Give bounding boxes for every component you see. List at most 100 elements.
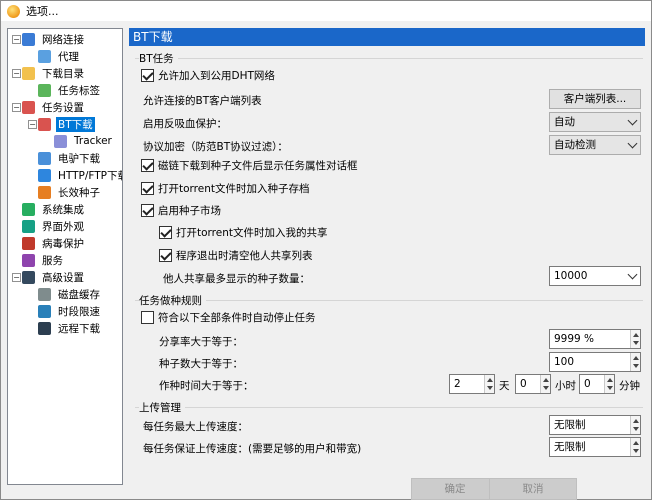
spin-up-icon: [543, 378, 549, 382]
tree-item[interactable]: 磁盘缓存: [38, 286, 102, 302]
window-title: 选项...: [26, 5, 59, 18]
chevron-down-icon: [627, 138, 638, 149]
magnet-checkbox[interactable]: [141, 159, 154, 172]
ok-button[interactable]: 确定: [411, 478, 499, 500]
dht-checkbox[interactable]: [141, 69, 154, 82]
proxy-icon: [38, 49, 51, 63]
spin-buttons[interactable]: [484, 375, 494, 393]
tree-item[interactable]: 代理: [38, 48, 81, 64]
tree-item[interactable]: 下载目录: [22, 65, 86, 81]
tree-item[interactable]: 远程下载: [38, 320, 102, 336]
tree-item[interactable]: 电驴下载: [38, 150, 102, 166]
tree-item[interactable]: 服务: [22, 252, 65, 268]
collapse-icon[interactable]: −: [12, 35, 21, 44]
encryption-select[interactable]: 自动检测: [549, 135, 641, 155]
share-checkbox[interactable]: [159, 226, 172, 239]
tree-item-label: 界面外观: [42, 220, 84, 233]
tree-item-label: 远程下载: [58, 322, 100, 335]
hours-stepper[interactable]: 0: [515, 374, 551, 394]
max-upload-stepper[interactable]: 无限制: [549, 415, 641, 435]
spin-up-icon: [633, 419, 639, 423]
time-row: 作种时间大于等于：: [159, 378, 254, 393]
spin-buttons[interactable]: [630, 416, 640, 434]
clients-label: 允许连接的BT客户端列表: [143, 95, 262, 107]
spin-down-icon: [633, 364, 639, 368]
task-settings-icon: [22, 100, 35, 114]
group-divider: [135, 58, 643, 59]
tree-item-label: 电驴下载: [58, 152, 100, 165]
guaranteed-upload-stepper[interactable]: 无限制: [549, 437, 641, 457]
tree-item[interactable]: 系统集成: [22, 201, 86, 217]
spin-buttons[interactable]: [540, 375, 550, 393]
tree-item[interactable]: 任务标签: [38, 82, 102, 98]
tree-item[interactable]: HTTP/FTP下载: [38, 167, 123, 183]
tree-item[interactable]: 界面外观: [22, 218, 86, 234]
open-torrent-option[interactable]: 打开torrent文件时加入种子存档: [141, 181, 310, 196]
ratio-row: 分享率大于等于：: [159, 334, 243, 349]
tree-item[interactable]: BT下载: [38, 116, 95, 132]
dht-option[interactable]: 允许加入到公用DHT网络: [141, 68, 275, 83]
client-list-button[interactable]: 客户端列表...: [549, 89, 641, 109]
share-option[interactable]: 打开torrent文件时加入我的共享: [159, 225, 328, 240]
clear-share-label: 程序退出时清空他人共享列表: [176, 250, 313, 262]
emule-icon: [38, 151, 51, 165]
collapse-icon[interactable]: −: [12, 273, 21, 282]
folder-icon: [22, 66, 35, 80]
spin-buttons[interactable]: [630, 330, 640, 348]
anti-leech-label: 启用反吸血保护：: [143, 118, 227, 130]
spin-buttons[interactable]: [630, 353, 640, 371]
anti-leech-value: 自动: [554, 116, 575, 128]
minutes-unit: 分钟: [619, 380, 640, 392]
anti-leech-select[interactable]: 自动: [549, 112, 641, 132]
tree-item[interactable]: 时段限速: [38, 303, 102, 319]
share-label: 打开torrent文件时加入我的共享: [176, 227, 328, 239]
ratio-stepper[interactable]: 9999 %: [549, 329, 641, 349]
spin-up-icon: [633, 441, 639, 445]
auto-stop-checkbox[interactable]: [141, 311, 154, 324]
tree-item-label: HTTP/FTP下载: [58, 169, 123, 182]
tree-item[interactable]: 任务设置: [22, 99, 86, 115]
cancel-button[interactable]: 取消: [489, 478, 577, 500]
tree-item[interactable]: 高级设置: [22, 269, 86, 285]
tree-item-label: 磁盘缓存: [58, 288, 100, 301]
minutes-value: 0: [584, 378, 591, 390]
seed-market-option[interactable]: 启用种子市场: [141, 203, 221, 218]
tree-item-label: 任务标签: [58, 84, 100, 97]
title-bar: 选项...: [1, 1, 651, 21]
anti-leech-row: 启用反吸血保护：: [143, 116, 227, 131]
spin-down-icon: [633, 449, 639, 453]
tree-item[interactable]: 网络连接: [22, 31, 86, 47]
collapse-icon[interactable]: −: [12, 69, 21, 78]
close-button[interactable]: [621, 1, 651, 21]
collapse-icon[interactable]: −: [12, 103, 21, 112]
open-torrent-checkbox[interactable]: [141, 182, 154, 195]
tree-item[interactable]: Tracker: [54, 133, 114, 149]
clear-share-option[interactable]: 程序退出时清空他人共享列表: [159, 248, 313, 263]
days-stepper[interactable]: 2: [449, 374, 495, 394]
days-value: 2: [454, 378, 461, 390]
system-integration-icon: [22, 202, 35, 216]
tree-item[interactable]: 病毒保护: [22, 235, 86, 251]
max-upload-row: 每任务最大上传速度：: [143, 419, 248, 434]
collapse-icon[interactable]: −: [28, 120, 37, 129]
tree-item[interactable]: 长效种子: [38, 184, 102, 200]
spin-buttons[interactable]: [604, 375, 614, 393]
tree-item-label: Tracker: [74, 135, 112, 147]
encryption-label: 协议加密（防范BT协议过滤）：: [143, 141, 288, 153]
bt-icon: [38, 117, 51, 131]
spin-buttons[interactable]: [630, 438, 640, 456]
seeds-value: 100: [554, 356, 575, 368]
seeds-stepper[interactable]: 100: [549, 352, 641, 372]
max-seeds-select[interactable]: 10000: [549, 266, 641, 286]
clients-row: 允许连接的BT客户端列表: [143, 93, 262, 108]
minutes-stepper[interactable]: 0: [579, 374, 615, 394]
tracker-icon: [54, 134, 67, 148]
auto-stop-option[interactable]: 符合以下全部条件时自动停止任务: [141, 310, 316, 325]
magnet-option[interactable]: 磁链下载到种子文件后显示任务属性对话框: [141, 158, 358, 173]
seed-market-checkbox[interactable]: [141, 204, 154, 217]
clear-share-checkbox[interactable]: [159, 249, 172, 262]
open-torrent-label: 打开torrent文件时加入种子存档: [158, 183, 310, 195]
tree-item-label: 代理: [58, 50, 79, 63]
max-seeds-value: 10000: [554, 270, 588, 282]
virus-protection-icon: [22, 236, 35, 250]
